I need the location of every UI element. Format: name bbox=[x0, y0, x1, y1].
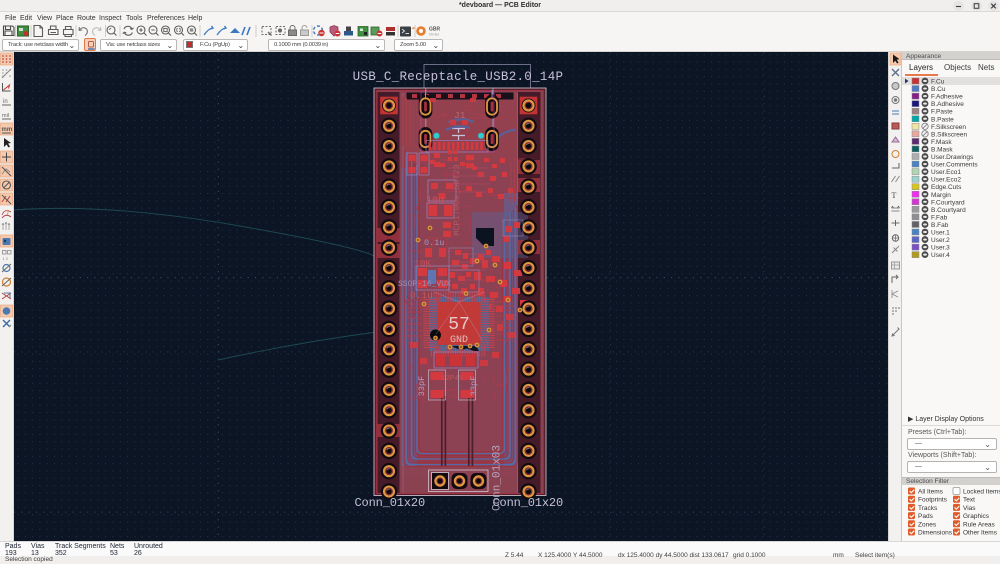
svg-text:Dimensions: Dimensions bbox=[918, 530, 953, 537]
svg-text:Tracks: Tracks bbox=[918, 505, 938, 512]
svg-text:F.Mask: F.Mask bbox=[931, 139, 952, 146]
svg-text:Order: Order bbox=[429, 32, 440, 37]
svg-text:F.Cu: F.Cu bbox=[931, 79, 945, 86]
svg-text:F.Paste: F.Paste bbox=[931, 109, 953, 116]
svg-text:User.2: User.2 bbox=[931, 237, 950, 244]
svg-text:0.1u: 0.1u bbox=[424, 238, 444, 248]
svg-text:B.Silkscreen: B.Silkscreen bbox=[931, 131, 968, 138]
svg-text:B.Cu: B.Cu bbox=[931, 86, 946, 93]
svg-text:B.Paste: B.Paste bbox=[931, 116, 954, 123]
svg-text:0.1u: 0.1u bbox=[410, 290, 433, 301]
svg-text:33pF: 33pF bbox=[417, 376, 427, 396]
svg-text:Conn_01x03: Conn_01x03 bbox=[492, 445, 504, 511]
svg-text:Pads: Pads bbox=[918, 513, 934, 520]
svg-text:GND: GND bbox=[450, 335, 468, 346]
svg-text:Other Items: Other Items bbox=[963, 530, 998, 537]
svg-text:Conn_01x20: Conn_01x20 bbox=[355, 496, 426, 510]
svg-text:USB_C_Receptacle_USB2.0_14P: USB_C_Receptacle_USB2.0_14P bbox=[353, 70, 564, 84]
svg-text:Locked Items: Locked Items bbox=[963, 489, 1000, 496]
svg-text:SSOP-16_VUX: SSOP-16_VUX bbox=[398, 280, 451, 289]
svg-text:F.Courtyard: F.Courtyard bbox=[931, 199, 965, 206]
svg-text:User.Comments: User.Comments bbox=[931, 162, 978, 169]
svg-text:B.Mask: B.Mask bbox=[931, 146, 953, 153]
svg-text:User.Eco1: User.Eco1 bbox=[931, 169, 961, 176]
svg-text:User.4: User.4 bbox=[931, 252, 950, 259]
svg-text:57: 57 bbox=[448, 315, 470, 335]
svg-text:User.Drawings: User.Drawings bbox=[931, 154, 974, 161]
svg-text:F.Adhesive: F.Adhesive bbox=[931, 94, 963, 101]
svg-text:Margin: Margin bbox=[931, 192, 951, 199]
svg-text:F.Fab: F.Fab bbox=[931, 214, 948, 221]
svg-text:mm: mm bbox=[2, 127, 13, 133]
svg-text:Edge.Cuts: Edge.Cuts bbox=[931, 184, 962, 191]
svg-text:MCP1700x_SOT23: MCP1700x_SOT23 bbox=[452, 164, 462, 235]
svg-text:12P45: 12P45 bbox=[441, 375, 464, 383]
svg-text:J1: J1 bbox=[454, 110, 466, 121]
svg-text:Text: Text bbox=[963, 497, 975, 504]
svg-text:Vias: Vias bbox=[963, 505, 976, 512]
svg-text:Graphics: Graphics bbox=[963, 513, 990, 520]
svg-text:F.Silkscreen: F.Silkscreen bbox=[931, 124, 966, 131]
svg-text:B.Courtyard: B.Courtyard bbox=[931, 207, 966, 214]
svg-text:User.1: User.1 bbox=[931, 230, 950, 237]
svg-text:10K: 10K bbox=[414, 258, 431, 269]
svg-text:Zones: Zones bbox=[918, 521, 937, 528]
svg-text:All Items: All Items bbox=[918, 489, 944, 496]
svg-text:10u: 10u bbox=[426, 196, 444, 207]
svg-text:User.3: User.3 bbox=[931, 245, 950, 252]
svg-text:Rule Areas: Rule Areas bbox=[963, 521, 996, 528]
svg-text:T: T bbox=[892, 191, 897, 200]
svg-text:B.Fab: B.Fab bbox=[931, 222, 949, 229]
svg-text:User.Eco2: User.Eco2 bbox=[931, 177, 961, 184]
svg-text:mil: mil bbox=[2, 113, 9, 119]
svg-text:Footprints: Footprints bbox=[918, 497, 948, 504]
svg-text:33pF: 33pF bbox=[469, 376, 479, 396]
svg-text:B.Adhesive: B.Adhesive bbox=[931, 101, 964, 108]
svg-text:in: in bbox=[3, 99, 8, 105]
svg-text:1 2: 1 2 bbox=[3, 256, 9, 261]
